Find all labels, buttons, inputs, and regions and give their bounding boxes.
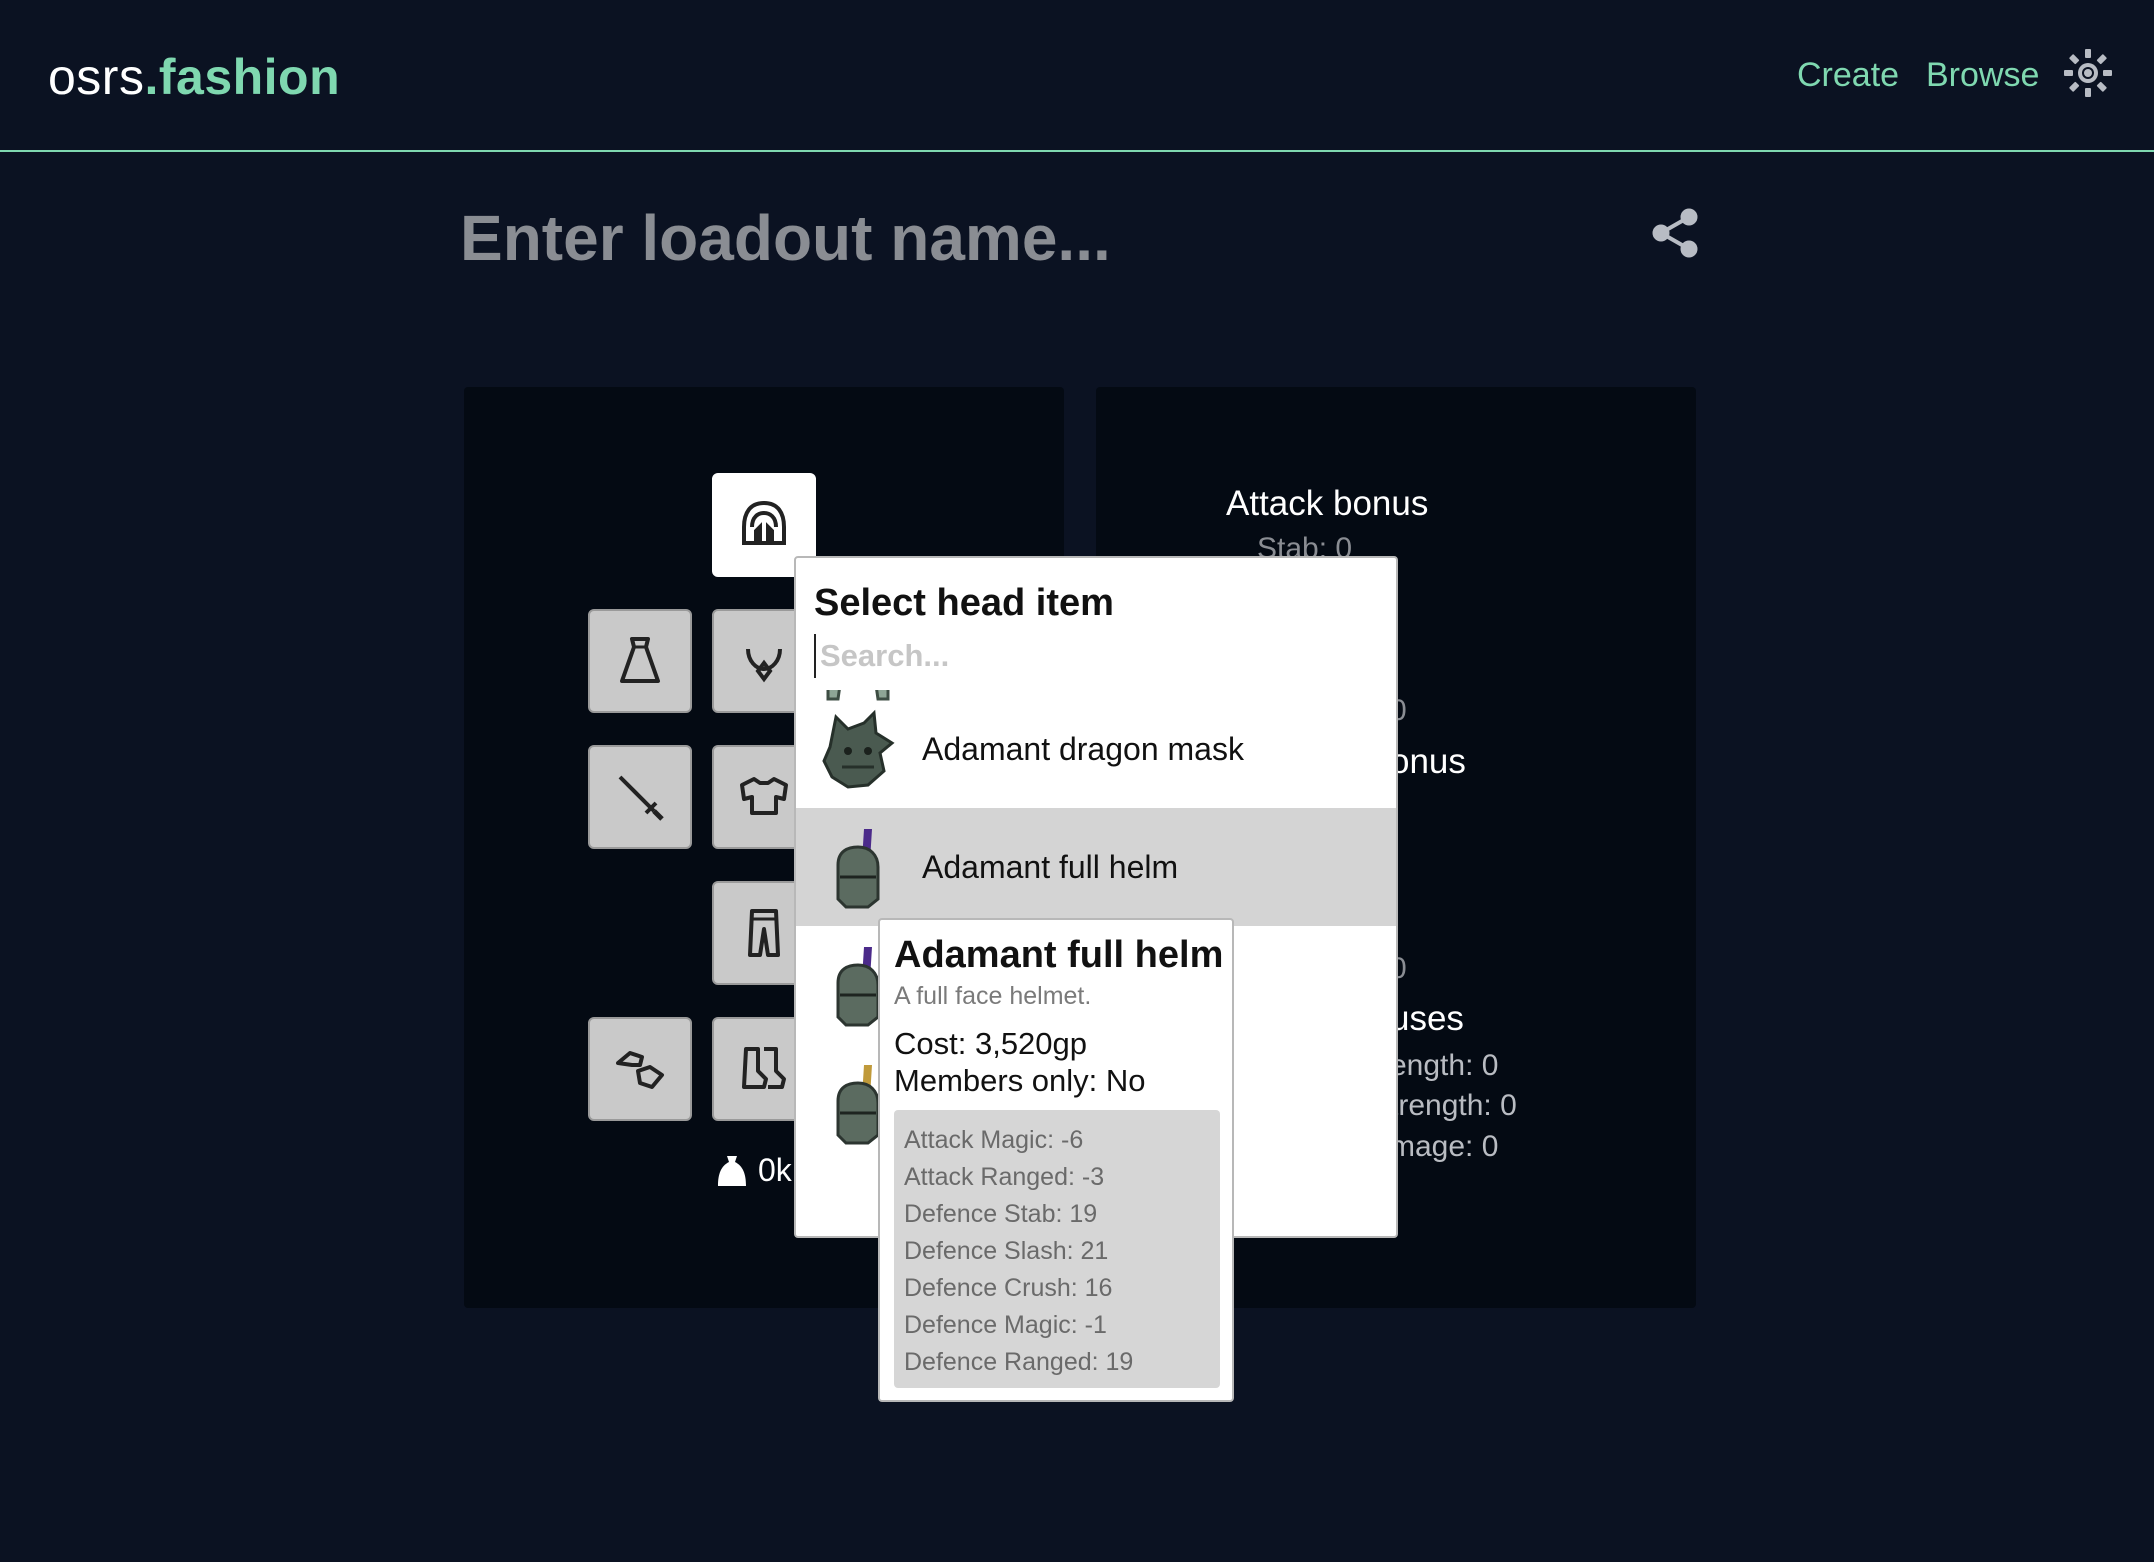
item-name: Adamant dragon mask — [922, 730, 1244, 767]
nav-create-link[interactable]: Create — [1797, 56, 1899, 95]
melee-strength: ength: 0 — [1390, 1049, 1499, 1082]
site-logo[interactable]: osrs.fashion — [48, 48, 340, 106]
weapon-slot[interactable] — [588, 745, 692, 849]
tooltip-stats: Attack Magic: -6 Attack Ranged: -3 Defen… — [894, 1110, 1220, 1388]
logo-prefix: osrs — [48, 49, 145, 105]
list-item[interactable]: Adamant dragon mask — [796, 690, 1396, 808]
item-tooltip: Adamant full helm A full face helmet. Co… — [878, 918, 1234, 1402]
platelegs-icon — [748, 909, 780, 957]
loadout-name-input[interactable] — [460, 196, 1660, 280]
tooltip-stat-defence-ranged: Defence Ranged: 19 — [904, 1348, 1134, 1376]
tooltip-examine: A full face helmet. — [894, 982, 1092, 1010]
attack-bonus-title: Attack bonus — [1226, 484, 1429, 523]
list-item-hovered[interactable]: Adamant full helm — [796, 808, 1396, 926]
top-header: osrs.fashion Create Browse — [0, 0, 2154, 152]
logo-suffix: .fashion — [144, 49, 341, 105]
share-icon[interactable] — [1652, 208, 1698, 258]
tooltip-stat-defence-stab: Defence Stab: 19 — [904, 1200, 1098, 1228]
gloves-icon — [616, 1051, 664, 1089]
tooltip-stat-attack-ranged: Attack Ranged: -3 — [904, 1163, 1105, 1191]
nav-browse-link[interactable]: Browse — [1926, 56, 2039, 95]
tooltip-members: Members only: No — [894, 1063, 1146, 1098]
tooltip-title: Adamant full helm — [894, 934, 1224, 976]
tooltip-stat-defence-crush: Defence Crush: 16 — [904, 1274, 1113, 1302]
amulet-icon — [746, 648, 782, 683]
helmet-icon — [742, 500, 786, 545]
cape-slot[interactable] — [588, 609, 692, 713]
tooltip-stat-defence-slash: Defence Slash: 21 — [904, 1237, 1109, 1265]
cape-icon — [620, 637, 660, 683]
magic-damage: mage: 0 — [1390, 1130, 1499, 1163]
tooltip-stat-attack-magic: Attack Magic: -6 — [904, 1126, 1084, 1154]
tooltip-stat-defence-magic: Defence Magic: -1 — [904, 1311, 1107, 1339]
item-search-input[interactable] — [814, 634, 1374, 678]
dragon-mask-icon — [822, 709, 895, 789]
modal-title: Select head item — [814, 582, 1114, 624]
sun-icon[interactable] — [2063, 48, 2113, 98]
hands-slot[interactable] — [588, 1017, 692, 1121]
item-name: Adamant full helm — [922, 848, 1179, 885]
platebody-icon — [740, 777, 788, 815]
defence-bonus-title: onus — [1390, 742, 1466, 781]
sword-icon — [618, 775, 664, 821]
total-cost: 0k — [716, 1152, 792, 1189]
boots-icon — [742, 1047, 786, 1089]
adamant-full-helm-icon — [836, 829, 880, 909]
tooltip-cost: Cost: 3,520gp — [894, 1026, 1088, 1061]
ranged-strength: trength: 0 — [1390, 1089, 1517, 1122]
other-bonuses-title: uses — [1390, 999, 1464, 1038]
money-bag-icon — [718, 1155, 746, 1186]
total-cost-value: 0k — [758, 1152, 792, 1188]
